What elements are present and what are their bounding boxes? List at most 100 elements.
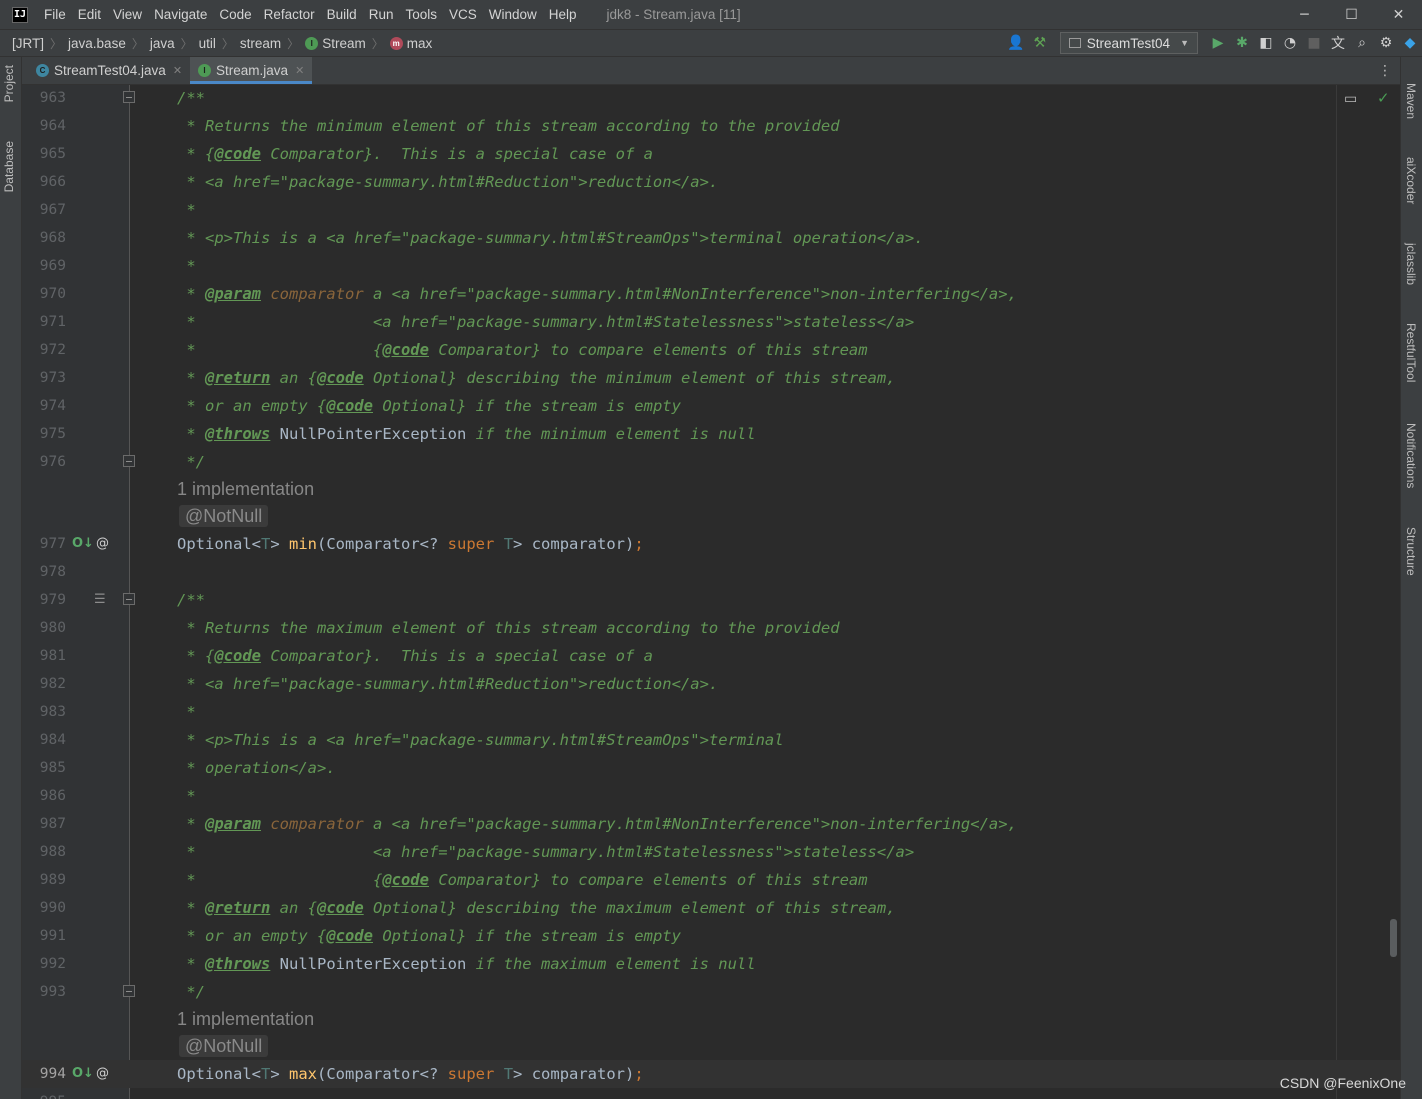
code-line[interactable]: 965 * {@code Comparator}. This is a spec… [22, 140, 1400, 168]
fold-marker-icon[interactable] [123, 91, 135, 103]
gear-icon[interactable]: ⚙ [1374, 31, 1398, 55]
tool-window-structure[interactable]: Structure [1404, 527, 1418, 576]
code-text[interactable]: * {@code Comparator}. This is a special … [177, 642, 653, 670]
close-tab-icon[interactable]: ✕ [173, 64, 182, 77]
code-line[interactable]: 970 * @param comparator a <a href="packa… [22, 280, 1400, 308]
code-line[interactable]: 967 * [22, 196, 1400, 224]
code-line[interactable]: 977 O↓ @ Optional<T> min(Comparator<? super… [22, 530, 1400, 558]
code-text[interactable]: * Returns the maximum element of this st… [177, 614, 839, 642]
code-text[interactable]: * <a href="package-summary.html#Reductio… [177, 670, 718, 698]
code-line[interactable]: 978 [22, 558, 1400, 586]
reader-mode-icon[interactable]: ▭ [1344, 91, 1357, 107]
stop-icon[interactable]: ■ [1302, 31, 1326, 55]
more-vertical-icon[interactable]: ⋮ [1378, 63, 1392, 79]
coverage-icon[interactable]: ◧ [1254, 31, 1278, 55]
breadcrumb-item[interactable]: stream [240, 36, 281, 51]
code-line[interactable]: 984 * <p>This is a <a href="package-summ… [22, 726, 1400, 754]
code-line[interactable]: 988 * <a href="package-summary.html#Stat… [22, 838, 1400, 866]
code-line[interactable]: 976 */ [22, 448, 1400, 476]
breadcrumb-item[interactable]: java.base [68, 36, 126, 51]
debug-icon[interactable]: ✱ [1230, 31, 1254, 55]
code-line[interactable]: 995 [22, 1088, 1400, 1099]
menu-window[interactable]: Window [489, 7, 537, 22]
tool-window-aixcoder[interactable]: aiXcoder [1404, 157, 1418, 204]
code-line[interactable]: 994 O↓ @ Optional<T> max(Comparator<? super… [22, 1060, 1400, 1088]
code-text[interactable]: * or an empty {@code Optional} if the st… [177, 392, 681, 420]
code-text[interactable]: */ [177, 448, 205, 476]
code-text[interactable]: * @param comparator a <a href="package-s… [177, 810, 1017, 838]
code-text[interactable]: * operation</a>. [177, 754, 335, 782]
user-icon[interactable]: 👤 [1004, 31, 1028, 55]
run-configuration-dropdown[interactable]: StreamTest04 ▼ [1059, 32, 1198, 54]
code-text[interactable]: * {@code Comparator} to compare elements… [177, 866, 867, 894]
code-text[interactable]: * <a href="package-summary.html#Reductio… [177, 168, 718, 196]
breadcrumb-item[interactable]: I Stream [305, 36, 366, 51]
code-text[interactable]: * <p>This is a <a href="package-summary.… [177, 224, 923, 252]
notnull-annotation-badge[interactable]: @NotNull [179, 1035, 269, 1057]
code-text[interactable]: * [177, 252, 195, 280]
code-line[interactable]: 993 */ [22, 978, 1400, 1006]
code-line[interactable]: 992 * @throws NullPointerException if th… [22, 950, 1400, 978]
tool-window-jclasslib[interactable]: jclasslib [1404, 243, 1418, 285]
inspection-ok-check-icon[interactable]: ✓ [1377, 89, 1390, 107]
code-text[interactable]: * Returns the minimum element of this st… [177, 112, 839, 140]
tab-stream-java[interactable]: I Stream.java ✕ [190, 57, 313, 84]
code-text[interactable]: * @return an {@code Optional} describing… [177, 364, 895, 392]
code-text[interactable]: * [177, 698, 195, 726]
code-line[interactable]: 991 * or an empty {@code Optional} if th… [22, 922, 1400, 950]
code-text[interactable]: * or an empty {@code Optional} if the st… [177, 922, 681, 950]
build-hammer-icon[interactable]: ⚒ [1028, 31, 1052, 55]
code-text[interactable]: * <a href="package-summary.html#Stateles… [177, 308, 914, 336]
tool-window-restfultool[interactable]: RestfulTool [1404, 323, 1418, 382]
menu-view[interactable]: View [113, 7, 142, 22]
code-text[interactable]: * @return an {@code Optional} describing… [177, 894, 895, 922]
profile-icon[interactable]: ◔ [1278, 31, 1302, 55]
fold-marker-icon[interactable] [123, 985, 135, 997]
code-line[interactable]: 983 * [22, 698, 1400, 726]
tab-streamtest04-java[interactable]: C StreamTest04.java ✕ [28, 57, 190, 84]
code-line[interactable]: 981 * {@code Comparator}. This is a spec… [22, 642, 1400, 670]
code-text[interactable]: * {@code Comparator} to compare elements… [177, 336, 867, 364]
tool-window-project[interactable]: Project [2, 65, 16, 102]
code-editor[interactable]: 963 /** 964 * Returns the minimum element … [22, 85, 1400, 1099]
code-line[interactable]: 966 * <a href="package-summary.html#Redu… [22, 168, 1400, 196]
menu-edit[interactable]: Edit [78, 7, 101, 22]
code-text[interactable]: * {@code Comparator}. This is a special … [177, 140, 653, 168]
inlay-hint-label[interactable]: 1 implementation [177, 1006, 314, 1033]
breadcrumb-item[interactable]: [JRT] [12, 36, 44, 51]
code-text[interactable]: */ [177, 978, 205, 1006]
run-icon[interactable]: ▶ [1206, 31, 1230, 55]
vertical-scrollbar-thumb[interactable] [1390, 919, 1397, 957]
code-text[interactable]: * @throws NullPointerException if the mi… [177, 420, 755, 448]
implemented-method-gutter-icon[interactable]: O↓ [72, 535, 94, 553]
tool-window-maven[interactable]: Maven [1404, 83, 1418, 119]
menu-code[interactable]: Code [219, 7, 251, 22]
code-text[interactable]: * @throws NullPointerException if the ma… [177, 950, 755, 978]
menu-navigate[interactable]: Navigate [154, 7, 207, 22]
breadcrumb-item[interactable]: java [150, 36, 175, 51]
code-text[interactable]: Optional<T> min(Comparator<? super T> co… [177, 530, 644, 558]
annotation-gutter-icon[interactable]: @ [96, 535, 109, 553]
code-text[interactable]: Optional<T> max(Comparator<? super T> co… [177, 1060, 644, 1088]
code-line[interactable]: 982 * <a href="package-summary.html#Redu… [22, 670, 1400, 698]
inlay-hint-label[interactable]: 1 implementation [177, 476, 314, 503]
code-line[interactable]: 972 * {@code Comparator} to compare elem… [22, 336, 1400, 364]
code-line[interactable]: 975 * @throws NullPointerException if th… [22, 420, 1400, 448]
implemented-method-gutter-icon[interactable]: O↓ [72, 1065, 94, 1083]
code-text[interactable]: * <p>This is a <a href="package-summary.… [177, 726, 783, 754]
code-line[interactable]: 987 * @param comparator a <a href="packa… [22, 810, 1400, 838]
breadcrumb-item[interactable]: util [199, 36, 216, 51]
breadcrumb-item[interactable]: m max [389, 36, 432, 51]
minimize-icon[interactable]: ─ [1281, 0, 1328, 29]
intellij-logo-icon[interactable]: IJ [12, 6, 28, 23]
notnull-annotation-badge[interactable]: @NotNull [179, 505, 269, 527]
code-text[interactable]: /** [177, 586, 205, 614]
menu-tools[interactable]: Tools [405, 7, 437, 22]
code-text[interactable]: /** [177, 85, 205, 112]
tool-window-notifications[interactable]: Notifications [1404, 423, 1418, 488]
code-line[interactable]: 980 * Returns the maximum element of thi… [22, 614, 1400, 642]
implementations-hint[interactable]: 1 implementation [22, 1006, 1400, 1034]
code-line[interactable]: 968 * <p>This is a <a href="package-summ… [22, 224, 1400, 252]
menu-refactor[interactable]: Refactor [264, 7, 315, 22]
code-line[interactable]: 974 * or an empty {@code Optional} if th… [22, 392, 1400, 420]
